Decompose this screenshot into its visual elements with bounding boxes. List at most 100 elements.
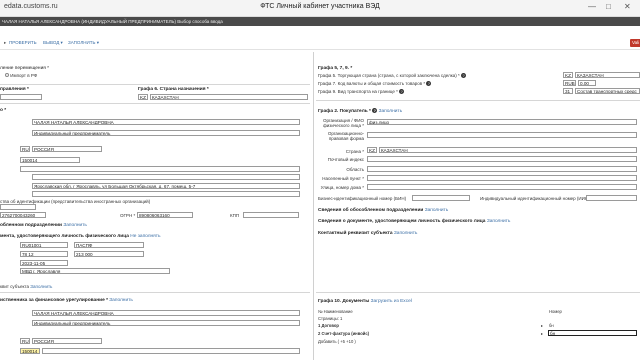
status-field[interactable]: Индивидуальный предприниматель (32, 130, 300, 136)
issued-date-field[interactable]: 2023-11-05 (20, 260, 68, 266)
dispatch-field[interactable] (0, 94, 42, 100)
movement-label: ление перемещения * (0, 66, 50, 71)
bin-field[interactable] (412, 195, 470, 201)
graph5-9-label: Графа 5, 7, 9. * (318, 66, 353, 71)
fill-button[interactable]: ЗАПОЛНИТЬ ▾ (66, 39, 101, 47)
postal-label: Почтовый индекс (327, 157, 364, 162)
buyer-separate-div-link[interactable]: Заполнить (425, 208, 449, 213)
help-icon[interactable]: ? (461, 73, 467, 78)
locality-field[interactable] (367, 175, 637, 181)
trading-country-field[interactable]: КАЗАХСТАН (575, 72, 640, 78)
buyer-region-field[interactable] (367, 166, 637, 172)
street-field[interactable] (367, 184, 637, 190)
divider (316, 292, 640, 293)
import-radio-row[interactable]: Импорт в РФ (5, 73, 37, 78)
iin-field[interactable] (586, 195, 637, 201)
fin-label: иственника за финансовое урегулирование … (0, 298, 108, 303)
validate-button[interactable]: Vali (630, 39, 640, 47)
issued-by-field[interactable]: МВД г. Ярославля (20, 268, 170, 274)
region-label: Область (346, 167, 364, 172)
docs-label: Графа 10. Документы (318, 299, 370, 304)
number-field[interactable]: 213 000 (74, 251, 144, 257)
separate-div-label: обленном подразделении (0, 223, 62, 228)
docs-row: Графа 10. Документы Загрузить из Excel (318, 299, 412, 304)
buyer-country-code-field[interactable]: KZ (367, 147, 377, 153)
row-chevron-icon[interactable]: ▸ (541, 323, 543, 328)
bin-label: Бизнес-идентификационный номер (БИН) (318, 196, 407, 201)
country-name-field[interactable]: РОССИЯ (32, 146, 102, 152)
transport-label-row: Графа 9. Вид транспорта на границе * ? (318, 89, 405, 94)
series-field[interactable]: 78 12 (20, 251, 68, 257)
buyer-link[interactable]: Заполнить (379, 109, 403, 114)
id-doc-link[interactable]: Не заполнять (130, 234, 160, 239)
legal-form-field[interactable] (367, 132, 637, 138)
contact-row: квит субъекта Заполнить (0, 284, 52, 289)
graph6-code-field[interactable]: KZ (138, 94, 148, 100)
row-number: 1 (318, 323, 321, 328)
ogrn-field[interactable]: 890806063160 (137, 212, 193, 218)
kpp-field[interactable] (243, 212, 299, 218)
currency-label-row: Графа 7. Код валюты и общая стоимость то… (318, 81, 432, 86)
table-row[interactable]: 1 Договор (318, 323, 339, 328)
divider (0, 292, 310, 293)
currency-code-field[interactable]: RUB (563, 80, 576, 86)
inn-field[interactable]: 2762700043260 (0, 212, 46, 218)
window-title: ФТС Личный кабинет участника ВЭД (260, 3, 380, 10)
minimize-icon[interactable]: — (588, 2, 596, 11)
maximize-icon[interactable]: □ (606, 2, 611, 11)
help-icon[interactable]: ? (372, 108, 378, 113)
help-icon[interactable]: ? (426, 81, 432, 86)
docs-link[interactable]: Загрузить из Excel (371, 299, 412, 304)
trading-code-field[interactable]: KZ (563, 72, 573, 78)
buyer-separate-div-label: Сведения об обособленном подразделении (318, 208, 424, 213)
buyer-country-field[interactable]: КАЗАХСТАН (379, 147, 637, 153)
org-field[interactable]: физ.лицо (367, 119, 637, 125)
buyer-contact-row: Контактный реквизит субъекта Заполнить (318, 231, 417, 236)
currency-value-field[interactable]: 0,00 (578, 80, 596, 86)
help-icon[interactable]: ? (399, 89, 405, 94)
docs-col-header-1: № Наименование (318, 309, 353, 314)
postcode-field[interactable]: 150014 (20, 157, 80, 163)
import-radio[interactable] (5, 73, 9, 77)
buyer-contact-link[interactable]: Заполнить (394, 231, 418, 236)
doc-name-field[interactable]: ПАСПФ (74, 242, 144, 248)
buyer-id-doc-link[interactable]: Заполнить (487, 219, 511, 224)
address2-field[interactable] (32, 191, 300, 197)
fin-address-field[interactable] (42, 348, 300, 354)
city-field[interactable] (32, 174, 300, 180)
fin-country-code-field[interactable]: RU (20, 338, 30, 344)
country-label: Страна * (345, 149, 364, 154)
locality-label: Населенный пункт * (322, 176, 364, 181)
fin-link[interactable]: Заполнить (109, 298, 133, 303)
check-button[interactable]: ПРОВЕРИТЬ (7, 39, 39, 47)
graph6-country-field[interactable]: КАЗАХСТАН (150, 94, 308, 100)
row-name: Договор (321, 323, 339, 328)
output-button[interactable]: ВЫВОД ▾ (41, 39, 65, 47)
doc-code-field[interactable]: RU01001 (20, 242, 68, 248)
postal-field[interactable] (367, 156, 637, 162)
separate-div-link[interactable]: Заполнить (63, 223, 87, 228)
table-row[interactable]: 2 Счет-фактура (инвойс) (318, 331, 369, 336)
graph6-label: Графа 6. Страна назначения * (138, 87, 209, 92)
full-name-field[interactable]: ЧАЛАЯ НАТАЛЬЯ АЛЕКСАНДРОВНА (32, 119, 300, 125)
fin-status-field[interactable]: Индивидуальный предприниматель (32, 320, 300, 326)
row-chevron-icon[interactable]: ▸ (541, 331, 543, 336)
region-field[interactable] (20, 166, 300, 172)
address-field[interactable]: Ярославская обл, г Ярославль, ул Большая… (32, 183, 300, 189)
close-icon[interactable]: ✕ (624, 2, 631, 11)
fin-name-field[interactable]: ЧАЛАЯ НАТАЛЬЯ АЛЕКСАНДРОВНА (32, 310, 300, 316)
divider (316, 100, 640, 101)
row-num-input[interactable]: бн (548, 330, 637, 336)
trading-country-text: Графа 5. Торгующая страна (страна, с кот… (318, 73, 460, 78)
column-divider (313, 52, 314, 360)
fin-postcode-field[interactable]: 150014 (20, 348, 40, 354)
country-code-field[interactable]: RU (20, 146, 30, 152)
transport-name-field[interactable]: Состав транспортных средс (575, 88, 640, 94)
header-text: ЧАЛАЯ НАТАЛЬЯ АЛЕКСАНДРОВНА (ИНДИВИДУАЛЬ… (2, 19, 223, 24)
fin-country-name-field[interactable]: РОССИЯ (32, 338, 102, 344)
ogrn-label: ОГРН * (120, 213, 136, 218)
docs-add-link[interactable]: Добавить ( +5 +10 ) (318, 339, 356, 344)
ident-field[interactable] (0, 204, 36, 210)
contact-link[interactable]: Заполнить (30, 284, 52, 289)
transport-code-field[interactable]: 31 (563, 88, 573, 94)
